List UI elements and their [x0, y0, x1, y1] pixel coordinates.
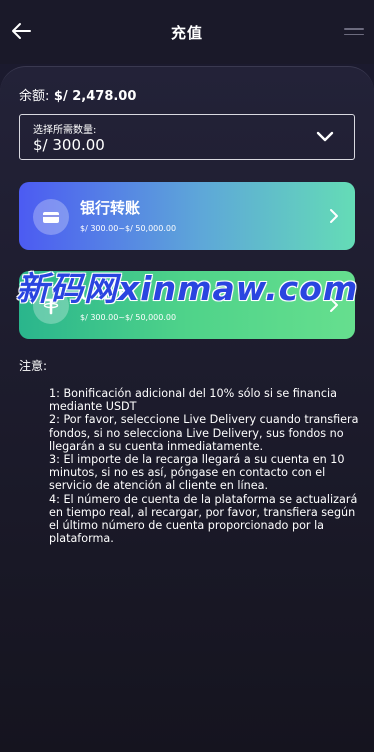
balance-value: $/ 2,478.00: [53, 89, 137, 104]
balance-label: 余额:: [19, 89, 50, 104]
amount-value: $/ 300.00: [33, 136, 105, 154]
note-line: 2: Por favor, seleccione Live Delivery c…: [49, 413, 359, 453]
amount-label: 选择所需数量:: [33, 125, 97, 136]
note-line: 1: Bonificación adicional del 10% sólo s…: [49, 387, 337, 414]
notes-list: 1: Bonificación adicional del 10% sólo s…: [49, 387, 359, 545]
payment-method-bank-transfer[interactable]: 银行转账 $/ 300.00~$/ 50,000.00: [19, 182, 355, 250]
note-line: 4: El número de cuenta de la plataforma …: [49, 492, 358, 546]
recharge-panel: 余额: $/ 2,478.00 选择所需数量: $/ 300.00 银行转账 $…: [0, 66, 374, 752]
amount-select[interactable]: 选择所需数量: $/ 300.00: [19, 114, 355, 160]
method-name: 银行转账: [80, 199, 141, 217]
chevron-right-icon: [330, 209, 338, 223]
note-line: 3: El importe de la recarga llegará a su…: [49, 453, 345, 493]
chevron-down-icon: [316, 131, 334, 142]
top-bar: 充值: [0, 0, 374, 64]
page-title: 充值: [170, 24, 203, 42]
notes-title: 注意:: [19, 359, 48, 373]
method-range: $/ 300.00~$/ 50,000.00: [80, 224, 177, 233]
balance-display: 余额: $/ 2,478.00: [19, 85, 136, 104]
watermark: 新码网xinmaw.com: [16, 269, 359, 308]
card-icon: [33, 199, 69, 235]
method-range: $/ 300.00~$/ 50,000.00: [80, 313, 177, 322]
menu-icon[interactable]: [344, 28, 364, 38]
